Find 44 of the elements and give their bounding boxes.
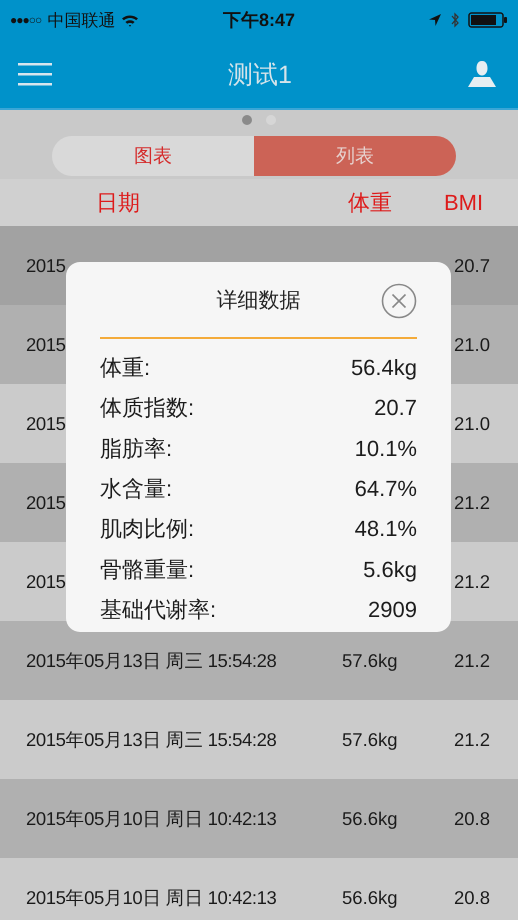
table-cell: 2015	[26, 254, 66, 276]
detail-label: 水含量:	[100, 475, 172, 504]
detail-label: 肌肉比例:	[100, 515, 194, 544]
detail-label: 体重:	[100, 354, 150, 382]
detail-value: 2909	[368, 596, 417, 623]
table-cell: 21.0	[454, 334, 490, 356]
table-cell: 21.2	[454, 728, 490, 750]
table-cell: 20.7	[454, 254, 490, 276]
table-cell: 56.6kg	[342, 886, 398, 908]
detail-value: 20.7	[374, 395, 417, 422]
table-cell: 20.8	[454, 886, 490, 908]
table-cell: 21.2	[454, 492, 490, 514]
table-cell: 2015	[26, 334, 66, 356]
detail-value: 5.6kg	[363, 556, 417, 583]
table-cell: 2015	[26, 412, 66, 434]
table-cell: 20.8	[454, 808, 490, 830]
table-cell: 2015	[26, 570, 66, 592]
status-time: 下午8:47	[222, 9, 296, 32]
dialog-title: 详细数据	[216, 288, 300, 314]
column-header: 日期	[96, 188, 141, 216]
table-cell: 57.6kg	[342, 650, 398, 672]
table-cell: 2015	[26, 492, 66, 514]
table-cell: 21.0	[454, 412, 490, 434]
detail-label: 体质指数:	[100, 394, 194, 422]
column-header: 体重	[348, 188, 393, 216]
table-cell-text: 2015年05月13日 周三 15:54:28	[26, 649, 276, 673]
table-cell: 21.2	[454, 650, 490, 672]
carrier-name: 中国联通	[47, 10, 116, 32]
detail-value: 64.7%	[354, 476, 417, 502]
signal-strength: ●●●○○	[10, 13, 42, 27]
table-cell-text: 2015年05月10日 周日 10:42:13	[26, 807, 276, 831]
table-cell: 21.2	[454, 570, 490, 592]
detail-value: 10.1%	[354, 436, 417, 462]
detail-label: 骨骼重量:	[100, 556, 194, 584]
screen-title: 测试1	[228, 60, 292, 90]
detail-value: 56.4kg	[350, 355, 417, 382]
table-cell-text: 2015年05月10日 周日 10:42:13	[26, 886, 276, 910]
detail-label: 基础代谢率:	[100, 596, 216, 624]
detail-label: 脂肪率:	[100, 434, 172, 463]
table-cell: 56.6kg	[342, 808, 398, 830]
table-cell: 57.6kg	[342, 728, 398, 750]
table-cell-text: 2015年05月13日 周三 15:54:28	[26, 728, 276, 752]
detail-value: 48.1%	[354, 516, 417, 542]
column-header: BMI	[444, 190, 484, 216]
